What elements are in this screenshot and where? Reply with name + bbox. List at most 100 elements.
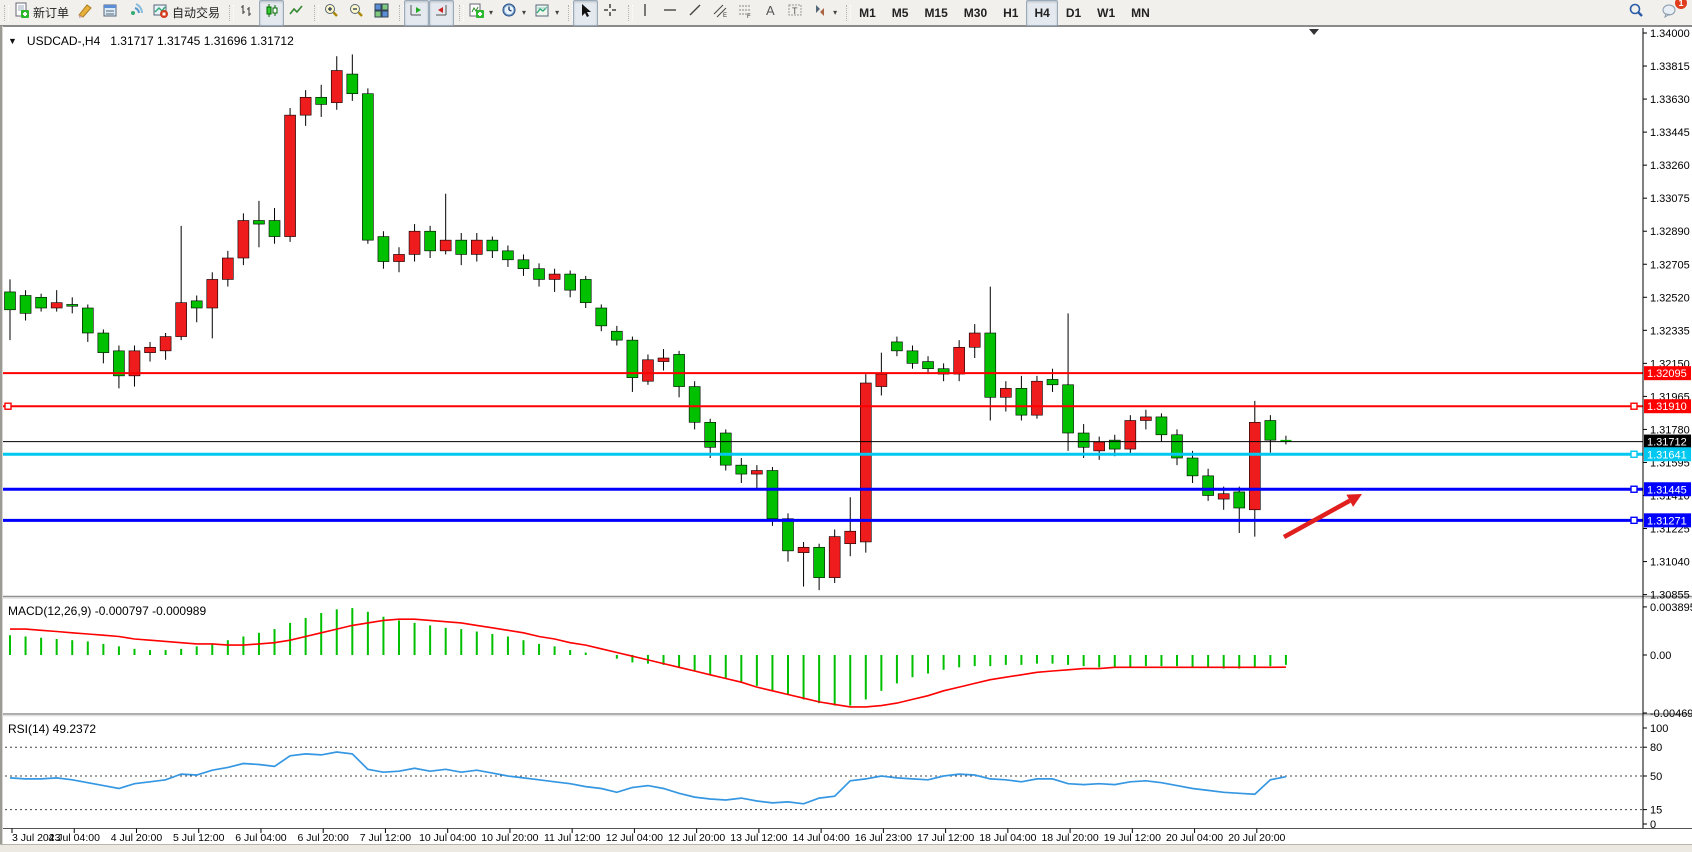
- fibonacci-button[interactable]: F: [733, 0, 758, 26]
- tf-w1[interactable]: W1: [1089, 0, 1123, 26]
- template-icon: [534, 2, 551, 24]
- trendline-button[interactable]: [683, 0, 708, 26]
- line-handle-right[interactable]: [1631, 403, 1637, 409]
- svg-text:A: A: [766, 3, 775, 18]
- bar-chart-button[interactable]: [234, 0, 259, 26]
- zoom-out-button[interactable]: [344, 0, 369, 26]
- svg-text:15: 15: [1650, 805, 1662, 817]
- search-icon: [1628, 2, 1645, 24]
- svg-text:100: 100: [1650, 723, 1668, 735]
- zoom-in-icon: [323, 2, 340, 24]
- line-handle-right[interactable]: [1631, 486, 1637, 492]
- svg-text:13 Jul 12:00: 13 Jul 12:00: [730, 832, 787, 844]
- search-button[interactable]: [1624, 0, 1649, 26]
- trendline-icon: [687, 2, 704, 24]
- svg-text:1.32335: 1.32335: [1650, 325, 1690, 337]
- svg-text:5 Jul 12:00: 5 Jul 12:00: [173, 832, 225, 844]
- svg-text:1.33815: 1.33815: [1650, 61, 1690, 73]
- channel-icon: E: [712, 2, 729, 24]
- chart-shift-icon: [433, 2, 450, 24]
- mt4-window: 新订单 自动交易 ▾ ▾ ▾ E F AT ▾ M1M5M15M30H1H4D1W1MN 1 1.3…: [0, 0, 1692, 852]
- chart-shift-button[interactable]: [429, 0, 454, 26]
- chevron-down-icon: ▾: [833, 8, 837, 17]
- chevron-down-icon: ▾: [522, 8, 526, 17]
- svg-text:12 Jul 04:00: 12 Jul 04:00: [606, 832, 663, 844]
- svg-text:0.00: 0.00: [1650, 650, 1671, 662]
- cursor-button[interactable]: [573, 0, 598, 26]
- tf-mn[interactable]: MN: [1123, 0, 1158, 26]
- toolbar-group-pointer: [566, 1, 626, 25]
- indicators-button[interactable]: ▾: [464, 0, 497, 26]
- chart-area[interactable]: 1.340001.338151.336301.334451.332601.330…: [0, 26, 1692, 852]
- vertical-line-button[interactable]: [633, 0, 658, 26]
- notifications-button[interactable]: 1: [1657, 0, 1682, 26]
- svg-text:20 Jul 04:00: 20 Jul 04:00: [1166, 832, 1223, 844]
- symbol-label: USDCAD-,H4: [27, 34, 100, 48]
- svg-text:1.32095: 1.32095: [1647, 368, 1687, 380]
- periods-button[interactable]: ▾: [497, 0, 530, 26]
- chevron-down-icon: ▾: [555, 8, 559, 17]
- tile-windows-icon: [373, 2, 390, 24]
- svg-text:10 Jul 20:00: 10 Jul 20:00: [481, 832, 538, 844]
- signals-button[interactable]: [123, 0, 148, 26]
- signal-icon: [127, 2, 144, 24]
- zoom-in-button[interactable]: [319, 0, 344, 26]
- new-order-icon: [13, 2, 30, 24]
- autoscroll-icon: [408, 2, 425, 24]
- crosshair-button[interactable]: [598, 0, 623, 26]
- toolbar-group-scroll: [397, 1, 457, 25]
- tf-m30[interactable]: M30: [956, 0, 995, 26]
- chart-title: ▼ USDCAD-,H4 1.31717 1.31745 1.31696 1.3…: [8, 34, 294, 48]
- autoscroll-button[interactable]: [404, 0, 429, 26]
- svg-text:0: 0: [1650, 819, 1656, 831]
- candlestick-icon: [263, 2, 280, 24]
- svg-text:20 Jul 20:00: 20 Jul 20:00: [1228, 832, 1285, 844]
- line-handle-right[interactable]: [1631, 451, 1637, 457]
- line-chart-button[interactable]: [284, 0, 309, 26]
- svg-text:1.33630: 1.33630: [1650, 94, 1690, 106]
- line-handle-left[interactable]: [5, 403, 11, 409]
- horizontal-line-button[interactable]: [658, 0, 683, 26]
- autotrading-button[interactable]: 自动交易: [148, 0, 224, 26]
- crayon-button[interactable]: [73, 0, 98, 26]
- candlestick-button[interactable]: [259, 0, 284, 26]
- channel-button[interactable]: E: [708, 0, 733, 26]
- window-left-edge: [0, 26, 3, 852]
- tf-h1[interactable]: H1: [995, 0, 1026, 26]
- crayon-icon: [77, 2, 94, 24]
- svg-text:19 Jul 12:00: 19 Jul 12:00: [1104, 832, 1161, 844]
- svg-text:1.30855: 1.30855: [1650, 590, 1690, 602]
- svg-text:F: F: [747, 14, 751, 19]
- svg-text:1.31910: 1.31910: [1647, 401, 1687, 413]
- tf-m1[interactable]: M1: [851, 0, 884, 26]
- text-label-button[interactable]: T: [783, 0, 808, 26]
- crosshair-icon: [602, 2, 619, 24]
- toolbar-group-timeframes: M1M5M15M30H1H4D1W1MN: [844, 1, 1161, 25]
- new-order-button[interactable]: 新订单: [9, 0, 73, 26]
- tile-windows-button[interactable]: [369, 0, 394, 26]
- svg-text:10 Jul 04:00: 10 Jul 04:00: [419, 832, 476, 844]
- hline-icon: [662, 2, 679, 24]
- svg-text:16 Jul 23:00: 16 Jul 23:00: [855, 832, 912, 844]
- indicators-icon: [468, 2, 485, 24]
- cursor-icon: [577, 2, 594, 24]
- line-handle-right[interactable]: [1631, 517, 1637, 523]
- market-watch-icon: [102, 2, 119, 24]
- tf-d1[interactable]: D1: [1058, 0, 1089, 26]
- arrows-button[interactable]: ▾: [808, 0, 841, 26]
- toolbar-group-insert: ▾ ▾ ▾: [457, 1, 566, 25]
- templates-button[interactable]: ▾: [530, 0, 563, 26]
- market-watch-button[interactable]: [98, 0, 123, 26]
- chart-canvas[interactable]: 1.340001.338151.336301.334451.332601.330…: [0, 26, 1692, 852]
- tf-m15[interactable]: M15: [916, 0, 955, 26]
- svg-text:80: 80: [1650, 742, 1662, 754]
- text-button[interactable]: A: [758, 0, 783, 26]
- svg-text:1.33445: 1.33445: [1650, 127, 1690, 139]
- svg-text:1.32705: 1.32705: [1650, 259, 1690, 271]
- tf-m5[interactable]: M5: [884, 0, 917, 26]
- zoom-out-icon: [348, 2, 365, 24]
- collapse-triangle-icon[interactable]: ▼: [8, 36, 17, 46]
- shapes-icon: [812, 2, 829, 24]
- tf-h4[interactable]: H4: [1026, 0, 1057, 26]
- notification-badge: 1: [1675, 0, 1687, 9]
